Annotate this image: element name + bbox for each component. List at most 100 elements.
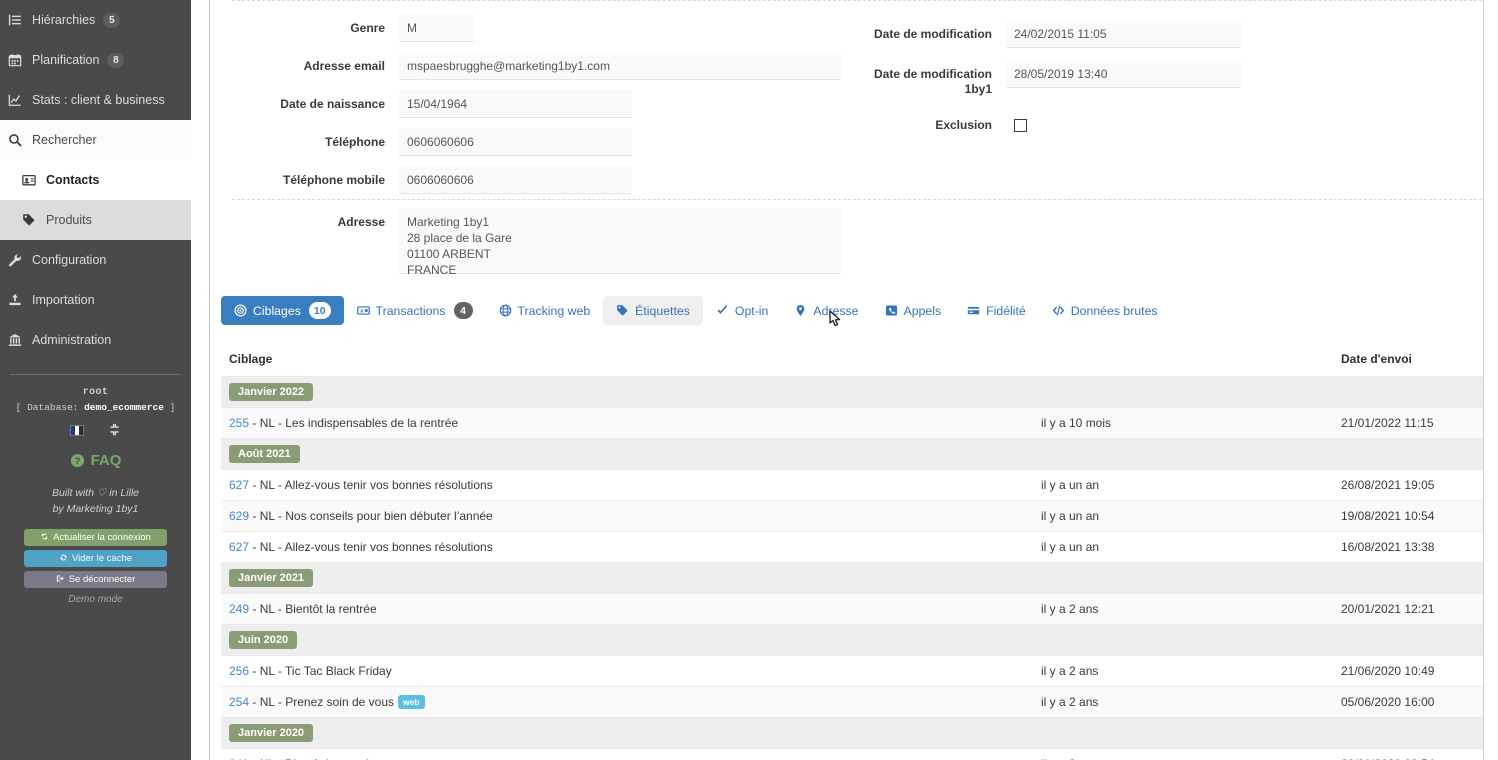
sent-date-cell: 21/06/2020 10:49 [1333,655,1483,687]
table-row[interactable]: 627 - NL - Allez-vous tenir vos bonnes r… [221,469,1483,501]
tab-transactions[interactable]: Transactions 4 [344,296,486,325]
ciblage-id-link[interactable]: 255 [229,416,249,430]
tab-opt-in[interactable]: Opt-in [703,296,782,325]
header-date-envoi[interactable]: Date d'envoi [1333,348,1483,377]
card-icon [967,304,980,317]
sidebar-item-produits[interactable]: Produits [0,200,191,240]
ciblage-title: - NL - Prenez soin de vous [249,695,394,709]
tab-ciblages[interactable]: Ciblages 10 [221,296,344,325]
sidebar-item-rechercher[interactable]: Rechercher [0,120,191,160]
search-icon [9,134,22,147]
refresh-icon [40,532,49,544]
group-cell-empty [1033,438,1333,470]
sent-date-cell: 05/06/2020 16:00 [1333,686,1483,718]
upload-icon [8,292,30,308]
sent-date-cell: 20/01/2020 09:54 [1333,748,1483,760]
ciblage-id-link[interactable]: 627 [229,540,249,554]
list-icon [8,12,30,28]
sidebar-item-planification[interactable]: Planification 8 [0,40,191,80]
ciblage-title: - NL - Bientôt la rentrée [249,602,377,616]
sidebar-item-stats-client-business[interactable]: Stats : client & business [0,80,191,120]
sidebar-button-actualiser-la-connexion[interactable]: Actualiser la connexion [24,529,167,546]
ciblage-title: - NL - Allez-vous tenir vos bonnes résol… [249,478,493,492]
sidebar-username: root [82,387,109,398]
tab-badge: 10 [308,302,331,319]
field-label: Date de modification [873,27,992,41]
field-value[interactable]: 0606060606 [399,128,632,156]
tab-adresse[interactable]: Adresse [781,296,871,325]
ciblage-id-link[interactable]: 249 [229,602,249,616]
sidebar-button-label: Actualiser la connexion [53,532,151,543]
address-label: Adresse [337,215,385,229]
ciblage-cell: 249 - NL - Bientôt la rentrée [221,748,1033,760]
ciblage-cell: 627 - NL - Allez-vous tenir vos bonnes r… [221,469,1033,501]
sidebar-action-buttons: Actualiser la connexion Vider le cache Se … [24,529,167,588]
sidebar-item-configuration[interactable]: Configuration [0,240,191,280]
table-row[interactable]: 254 - NL - Prenez soin de vous web il y a … [221,686,1483,718]
map-pin-icon [794,304,807,317]
relative-date-cell: il y a un an [1033,469,1333,501]
field-value[interactable]: 28/05/2019 13:40 [1006,60,1241,88]
sidebar-button-vider-le-cache[interactable]: Vider le cache [24,550,167,567]
ciblage-id-link[interactable]: 254 [229,695,249,709]
table-group-row: Janvier 2020 [221,717,1483,749]
exclusion-checkbox[interactable] [1014,119,1027,132]
ciblage-title: - NL - Nos conseils pour bien débuter l’… [249,509,493,523]
sidebar-button-se-d-connecter[interactable]: Se déconnecter [24,571,167,588]
table-row[interactable]: 629 - NL - Nos conseils pour bien débute… [221,500,1483,532]
tab-tracking-web[interactable]: Tracking web [486,296,604,325]
field-value[interactable]: mspaesbrugghe@marketing1by1.com [399,52,841,80]
table-row[interactable]: 256 - NL - Tic Tac Black Friday il y a 2 … [221,655,1483,687]
help-circle-icon: ? [70,453,84,468]
sidebar-item-hi-rarchies[interactable]: Hiérarchies 5 [0,0,191,40]
group-cell: Janvier 2022 [221,376,1033,408]
ciblage-id-link[interactable]: 256 [229,664,249,678]
field-value[interactable]: 15/04/1964 [399,90,632,118]
header-ciblage[interactable]: Ciblage [221,348,1033,377]
form-column-right: Date de modification 24/02/2015 11:05 Date… [871,0,1491,133]
tab-donn-es-brutes[interactable]: Données brutes [1039,296,1171,325]
ciblage-cell: 254 - NL - Prenez soin de vous web [221,686,1033,718]
app-root: Hiérarchies 5 Planification 8 Stats : client… [0,0,1498,760]
tab-label: Ciblages [253,303,301,318]
tag-icon [22,212,44,228]
sidebar-item-administration[interactable]: Administration [0,320,191,360]
ciblages-table-container: Ciblage Date d'envoi Janvier 2022 255 - N… [221,348,1483,760]
table-row[interactable]: 627 - NL - Allez-vous tenir vos bonnes r… [221,531,1483,563]
table-body: Janvier 2022 255 - NL - Les indispensable… [221,376,1483,760]
field-value[interactable]: 0606060606 [399,166,632,194]
field-label: Genre [350,21,385,35]
table-row[interactable]: 249 - NL - Bientôt la rentrée il y a 2 an… [221,593,1483,625]
tab-label: Fidélité [986,303,1026,318]
address-line-3: FRANCE [407,263,457,277]
search-icon [8,132,30,148]
group-cell-empty [1333,717,1483,749]
faq-link[interactable]: ? FAQ [0,452,191,469]
database-suffix: ] [169,402,176,413]
tab-fid-lit[interactable]: Fidélité [954,296,1039,325]
group-cell: Juin 2020 [221,624,1033,656]
sidebar-button-label: Vider le cache [71,553,133,564]
form-row: Genre M [221,14,851,42]
tab-appels[interactable]: Appels [872,296,955,325]
address-line-1: 28 place de la Gare [407,231,512,245]
tab-tiquettes[interactable]: Étiquettes [603,296,703,325]
sidebar-button-label: Se déconnecter [68,574,136,585]
form-row: Date de modification 1by1 28/05/2019 13:4… [871,60,1491,97]
sidebar-item-contacts[interactable]: Contacts [0,160,191,200]
address-value[interactable]: Marketing 1by1 28 place de la Gare 01100… [399,208,841,277]
compress-icon[interactable] [108,423,121,438]
form-row: Date de naissance 15/04/1964 [221,90,851,118]
form-column-left: Genre M Adresse email mspaesbrugghe@marketi… [221,0,851,194]
sidebar-item-label: Importation [32,293,95,307]
field-value[interactable]: M [399,14,474,42]
ciblage-id-link[interactable]: 629 [229,509,249,523]
french-flag-icon[interactable] [70,425,84,436]
tab-badge: 4 [453,302,473,319]
ciblage-id-link[interactable]: 627 [229,478,249,492]
table-row[interactable]: 255 - NL - Les indispensables de la rent… [221,407,1483,439]
field-value[interactable]: 24/02/2015 11:05 [1006,20,1241,48]
table-row[interactable]: 249 - NL - Bientôt la rentréeil y a 3 an… [221,748,1483,760]
address-line-2: 01100 ARBENT [407,247,491,261]
sidebar-item-importation[interactable]: Importation [0,280,191,320]
